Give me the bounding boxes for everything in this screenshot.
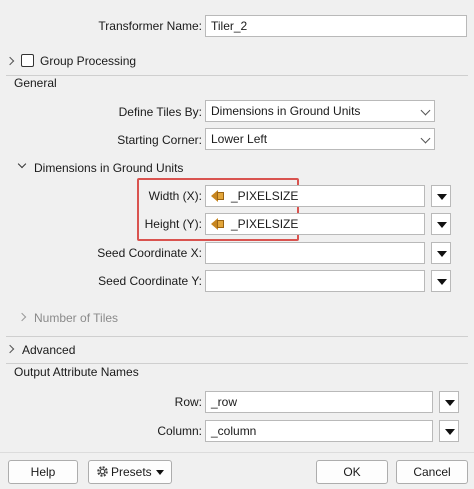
- group-processing-label: Group Processing: [40, 54, 137, 68]
- column-input[interactable]: _column: [205, 420, 433, 442]
- row-label: Row:: [174, 395, 202, 409]
- seed-x-menu-button[interactable]: [431, 242, 451, 264]
- general-section-title: General: [14, 76, 57, 90]
- triangle-down-icon: [437, 222, 447, 228]
- triangle-down-icon: [445, 429, 455, 435]
- height-menu-button[interactable]: [431, 213, 451, 235]
- width-menu-button[interactable]: [431, 185, 451, 207]
- define-tiles-value: Dimensions in Ground Units: [211, 104, 361, 118]
- triangle-down-icon: [437, 279, 447, 285]
- transformer-name-input[interactable]: Tiler_2: [205, 15, 467, 37]
- seed-x-label: Seed Coordinate X:: [97, 246, 202, 260]
- width-label: Width (X):: [148, 189, 202, 203]
- advanced-expand-icon[interactable]: [5, 344, 15, 354]
- starting-corner-dropdown[interactable]: Lower Left: [205, 128, 435, 150]
- triangle-down-icon: [445, 400, 455, 406]
- seed-y-input[interactable]: [205, 270, 425, 292]
- advanced-section-title: Advanced: [22, 343, 76, 357]
- define-tiles-dropdown[interactable]: Dimensions in Ground Units: [205, 100, 435, 122]
- ok-button[interactable]: OK: [316, 460, 388, 484]
- transformer-name-label: Transformer Name:: [98, 19, 202, 33]
- seed-y-label: Seed Coordinate Y:: [98, 274, 202, 288]
- presets-button[interactable]: Presets: [88, 460, 172, 484]
- starting-corner-label: Starting Corner:: [117, 133, 202, 147]
- dimensions-section-title: Dimensions in Ground Units: [34, 161, 184, 175]
- group-processing-checkbox[interactable]: [21, 54, 34, 67]
- width-value: _PIXELSIZE: [231, 189, 299, 203]
- number-of-tiles-section-title: Number of Tiles: [34, 311, 119, 325]
- column-label: Column:: [157, 424, 202, 438]
- cancel-button[interactable]: Cancel: [396, 460, 468, 484]
- height-value: _PIXELSIZE: [231, 217, 299, 231]
- chevron-down-icon: [420, 105, 431, 116]
- presets-label: Presets: [111, 465, 152, 479]
- help-button[interactable]: Help: [8, 460, 78, 484]
- seed-x-input[interactable]: [205, 242, 425, 264]
- triangle-down-icon: [156, 470, 164, 475]
- triangle-down-icon: [437, 194, 447, 200]
- row-menu-button[interactable]: [439, 391, 459, 413]
- triangle-down-icon: [437, 251, 447, 257]
- attribute-value-icon: [211, 189, 225, 202]
- row-input[interactable]: _row: [205, 391, 433, 413]
- starting-corner-value: Lower Left: [211, 132, 268, 146]
- group-processing-expand-icon[interactable]: [5, 56, 15, 66]
- output-divider: [6, 363, 468, 364]
- width-input[interactable]: _PIXELSIZE: [205, 185, 425, 207]
- footer-divider: [0, 452, 474, 453]
- column-menu-button[interactable]: [439, 420, 459, 442]
- general-divider-top: [6, 75, 468, 76]
- advanced-divider: [6, 336, 468, 337]
- gear-icon: [97, 466, 108, 478]
- number-of-tiles-expand-icon[interactable]: [17, 312, 27, 322]
- chevron-down-icon: [420, 133, 431, 144]
- seed-y-menu-button[interactable]: [431, 270, 451, 292]
- define-tiles-label: Define Tiles By:: [118, 105, 202, 119]
- attribute-value-icon: [211, 217, 225, 230]
- height-label: Height (Y):: [144, 217, 202, 231]
- output-section-title: Output Attribute Names: [14, 365, 139, 379]
- height-input[interactable]: _PIXELSIZE: [205, 213, 425, 235]
- dimensions-collapse-icon[interactable]: [17, 159, 27, 169]
